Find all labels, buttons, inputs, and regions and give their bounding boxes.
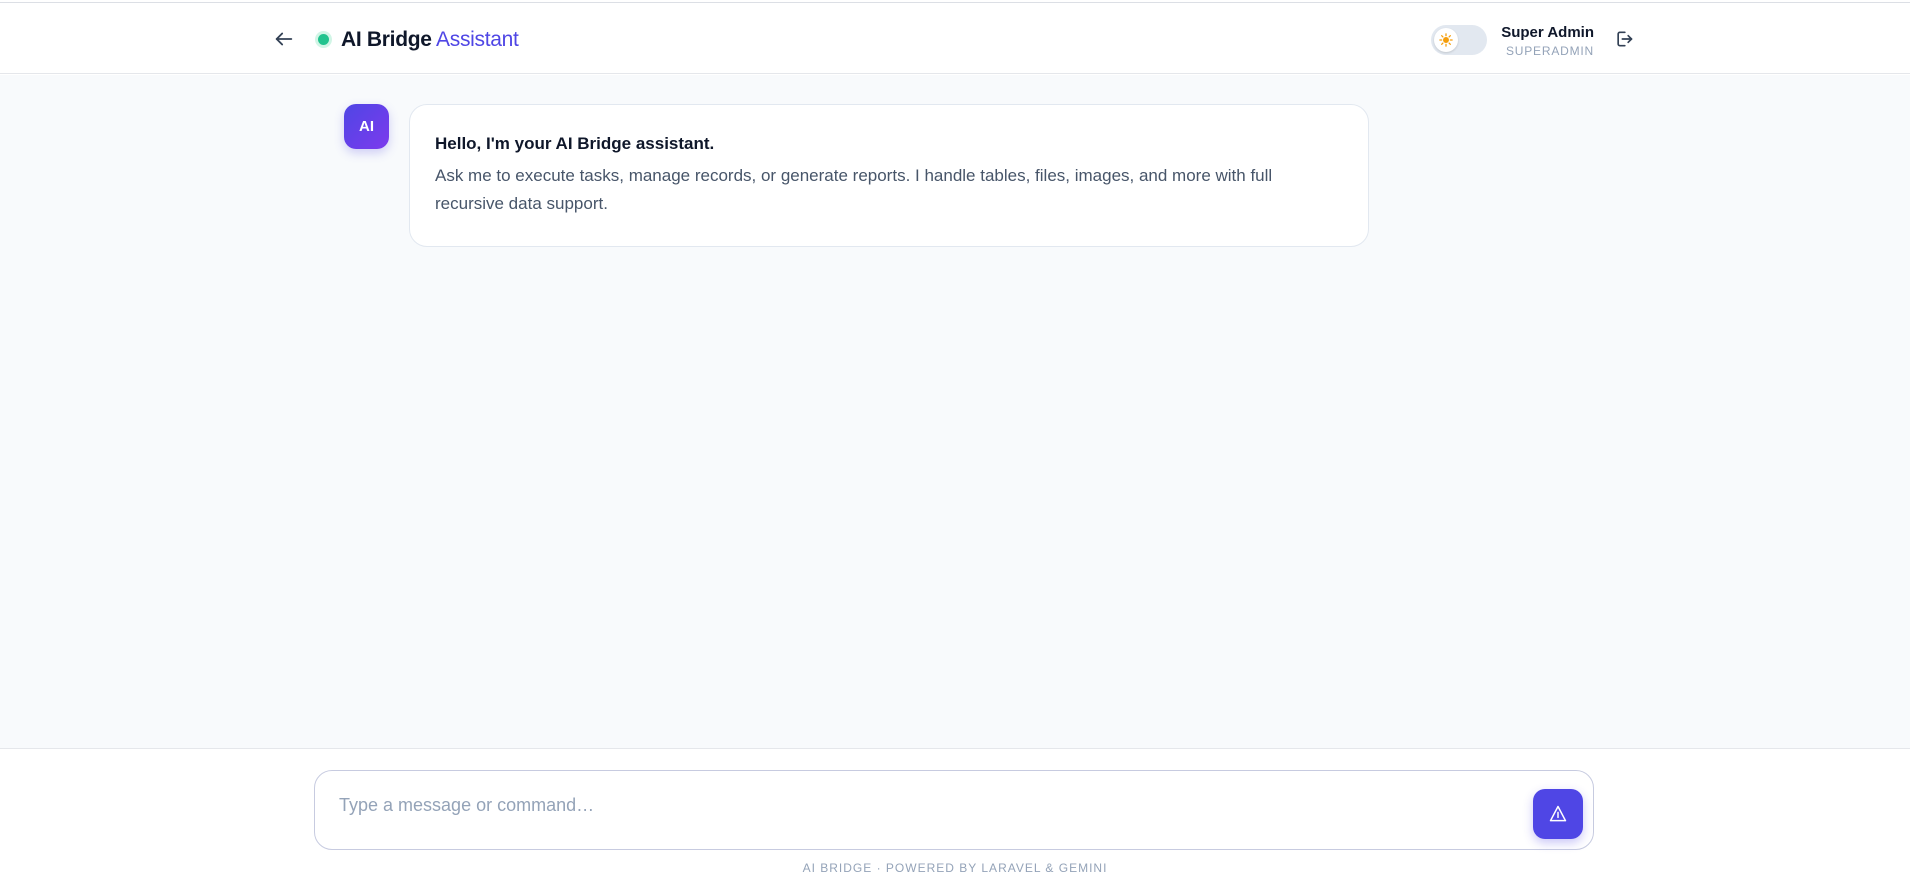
- back-button[interactable]: [268, 23, 300, 55]
- app-title-strong: AI Bridge: [341, 28, 432, 51]
- composer-area: AI BRIDGE · POWERED BY LARAVEL & GEMINI: [0, 748, 1910, 888]
- theme-toggle[interactable]: [1431, 25, 1487, 55]
- theme-toggle-knob: [1434, 28, 1458, 52]
- app-title-accent: Assistant: [436, 28, 519, 51]
- sun-icon: [1439, 33, 1453, 47]
- logout-button[interactable]: [1612, 27, 1636, 51]
- chat-area[interactable]: AI Hello, I'm your AI Bridge assistant. …: [0, 75, 1910, 748]
- user-info: Super Admin SUPERADMIN: [1501, 24, 1594, 59]
- logout-icon: [1617, 31, 1633, 47]
- user-name: Super Admin: [1501, 24, 1594, 41]
- online-status-dot: [318, 34, 329, 45]
- arrow-left-icon: [275, 32, 293, 46]
- send-button[interactable]: [1533, 789, 1583, 839]
- ai-avatar: AI: [344, 104, 389, 149]
- message-heading: Hello, I'm your AI Bridge assistant.: [435, 134, 715, 153]
- message-input[interactable]: [339, 791, 1499, 819]
- user-role: SUPERADMIN: [1505, 44, 1594, 58]
- app-title: AI Bridge Assistant: [341, 26, 519, 54]
- app-header: AI Bridge Assistant Super Admin SUPERADM…: [0, 3, 1910, 74]
- assistant-message: Hello, I'm your AI Bridge assistant. Ask…: [409, 104, 1369, 247]
- send-icon: [1549, 805, 1567, 822]
- footer-note: AI BRIDGE · POWERED BY LARAVEL & GEMINI: [802, 861, 1108, 875]
- message-body: Ask me to execute tasks, manage records,…: [435, 166, 1273, 213]
- message-composer: [314, 770, 1594, 850]
- app-page: AI Bridge Assistant Super Admin SUPERADM…: [0, 0, 1910, 888]
